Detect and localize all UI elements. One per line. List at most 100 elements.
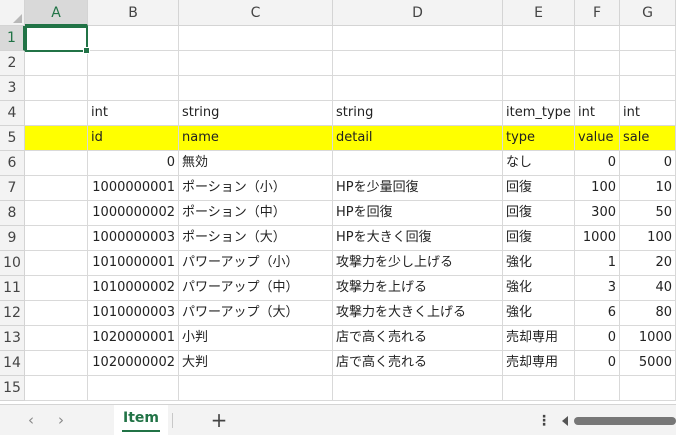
cell-a3[interactable] [25, 76, 88, 101]
cell-f8[interactable]: 300 [575, 201, 620, 226]
column-header-g[interactable]: G [620, 0, 676, 26]
cell-d7[interactable]: HPを少量回復 [333, 176, 503, 201]
cell-b9[interactable]: 1000000003 [88, 226, 179, 251]
horizontal-scrollbar[interactable] [560, 414, 676, 428]
cell-e9[interactable]: 回復 [503, 226, 575, 251]
cell-g1[interactable] [620, 26, 676, 51]
cell-c6[interactable]: 無効 [179, 151, 333, 176]
cell-a7[interactable] [25, 176, 88, 201]
cell-f13[interactable]: 0 [575, 326, 620, 351]
row-header[interactable]: 3 [0, 76, 25, 101]
cell-g2[interactable] [620, 51, 676, 76]
row-header[interactable]: 13 [0, 326, 25, 351]
cell-c15[interactable] [179, 376, 333, 401]
cell-b2[interactable] [88, 51, 179, 76]
chevron-left-icon[interactable]: ‹ [22, 411, 40, 429]
cell-d2[interactable] [333, 51, 503, 76]
cell-b8[interactable]: 1000000002 [88, 201, 179, 226]
cell-c12[interactable]: パワーアップ（大） [179, 301, 333, 326]
cell-a6[interactable] [25, 151, 88, 176]
cell-c3[interactable] [179, 76, 333, 101]
cell-a2[interactable] [25, 51, 88, 76]
cell-f12[interactable]: 6 [575, 301, 620, 326]
cell-a9[interactable] [25, 226, 88, 251]
row-header[interactable]: 12 [0, 301, 25, 326]
cell-d5[interactable]: detail [333, 126, 503, 151]
cell-d4[interactable]: string [333, 101, 503, 126]
sheet-tab-item[interactable]: Item [114, 405, 168, 435]
cell-f1[interactable] [575, 26, 620, 51]
cell-b10[interactable]: 1010000001 [88, 251, 179, 276]
cell-e14[interactable]: 売却専用 [503, 351, 575, 376]
cell-a12[interactable] [25, 301, 88, 326]
cell-f9[interactable]: 1000 [575, 226, 620, 251]
cell-b12[interactable]: 1010000003 [88, 301, 179, 326]
cell-a14[interactable] [25, 351, 88, 376]
cell-c7[interactable]: ポーション（小） [179, 176, 333, 201]
column-header-b[interactable]: B [88, 0, 179, 26]
cell-d13[interactable]: 店で高く売れる [333, 326, 503, 351]
cell-f11[interactable]: 3 [575, 276, 620, 301]
cell-e1[interactable] [503, 26, 575, 51]
cell-c9[interactable]: ポーション（大） [179, 226, 333, 251]
row-header[interactable]: 7 [0, 176, 25, 201]
cell-c1[interactable] [179, 26, 333, 51]
chevron-right-icon[interactable]: › [52, 411, 70, 429]
cell-f10[interactable]: 1 [575, 251, 620, 276]
cell-f3[interactable] [575, 76, 620, 101]
cell-g13[interactable]: 1000 [620, 326, 676, 351]
row-header[interactable]: 15 [0, 376, 25, 401]
cell-e11[interactable]: 強化 [503, 276, 575, 301]
column-header-d[interactable]: D [333, 0, 503, 26]
column-header-a[interactable]: A [25, 0, 88, 26]
cell-e8[interactable]: 回復 [503, 201, 575, 226]
add-sheet-button[interactable]: + [208, 409, 230, 431]
cell-d9[interactable]: HPを大きく回復 [333, 226, 503, 251]
more-options-icon[interactable]: ⋮ [537, 412, 551, 430]
cell-g8[interactable]: 50 [620, 201, 676, 226]
cell-g14[interactable]: 5000 [620, 351, 676, 376]
scrollbar-thumb[interactable] [574, 417, 676, 425]
cell-a11[interactable] [25, 276, 88, 301]
cell-f14[interactable]: 0 [575, 351, 620, 376]
cell-f6[interactable]: 0 [575, 151, 620, 176]
cell-g11[interactable]: 40 [620, 276, 676, 301]
cell-a5[interactable] [25, 126, 88, 151]
cell-g9[interactable]: 100 [620, 226, 676, 251]
cell-c13[interactable]: 小判 [179, 326, 333, 351]
cell-c8[interactable]: ポーション（中） [179, 201, 333, 226]
cell-g12[interactable]: 80 [620, 301, 676, 326]
cell-g6[interactable]: 0 [620, 151, 676, 176]
cell-b4[interactable]: int [88, 101, 179, 126]
cell-f15[interactable] [575, 376, 620, 401]
column-header-e[interactable]: E [503, 0, 575, 26]
cell-d6[interactable] [333, 151, 503, 176]
cell-c4[interactable]: string [179, 101, 333, 126]
cell-e15[interactable] [503, 376, 575, 401]
cell-d14[interactable]: 店で高く売れる [333, 351, 503, 376]
cell-e4[interactable]: item_type [503, 101, 575, 126]
cell-g3[interactable] [620, 76, 676, 101]
cell-d11[interactable]: 攻撃力を上げる [333, 276, 503, 301]
spreadsheet-grid[interactable]: ABCDEFG 1 2 3 4 int string string item_type int i… [0, 0, 676, 404]
cell-e2[interactable] [503, 51, 575, 76]
cell-g5[interactable]: sale [620, 126, 676, 151]
column-header-f[interactable]: F [575, 0, 620, 26]
cell-g7[interactable]: 10 [620, 176, 676, 201]
cell-c11[interactable]: パワーアップ（中） [179, 276, 333, 301]
row-header[interactable]: 2 [0, 51, 25, 76]
cell-b14[interactable]: 1020000002 [88, 351, 179, 376]
cell-e7[interactable]: 回復 [503, 176, 575, 201]
cell-a4[interactable] [25, 101, 88, 126]
cell-d10[interactable]: 攻撃力を少し上げる [333, 251, 503, 276]
cell-e12[interactable]: 強化 [503, 301, 575, 326]
cell-a15[interactable] [25, 376, 88, 401]
cell-a10[interactable] [25, 251, 88, 276]
cell-f7[interactable]: 100 [575, 176, 620, 201]
row-header[interactable]: 5 [0, 126, 25, 151]
scroll-left-icon[interactable] [562, 416, 568, 426]
cell-d8[interactable]: HPを回復 [333, 201, 503, 226]
cell-f5[interactable]: value [575, 126, 620, 151]
cell-d12[interactable]: 攻撃力を大きく上げる [333, 301, 503, 326]
row-header[interactable]: 14 [0, 351, 25, 376]
